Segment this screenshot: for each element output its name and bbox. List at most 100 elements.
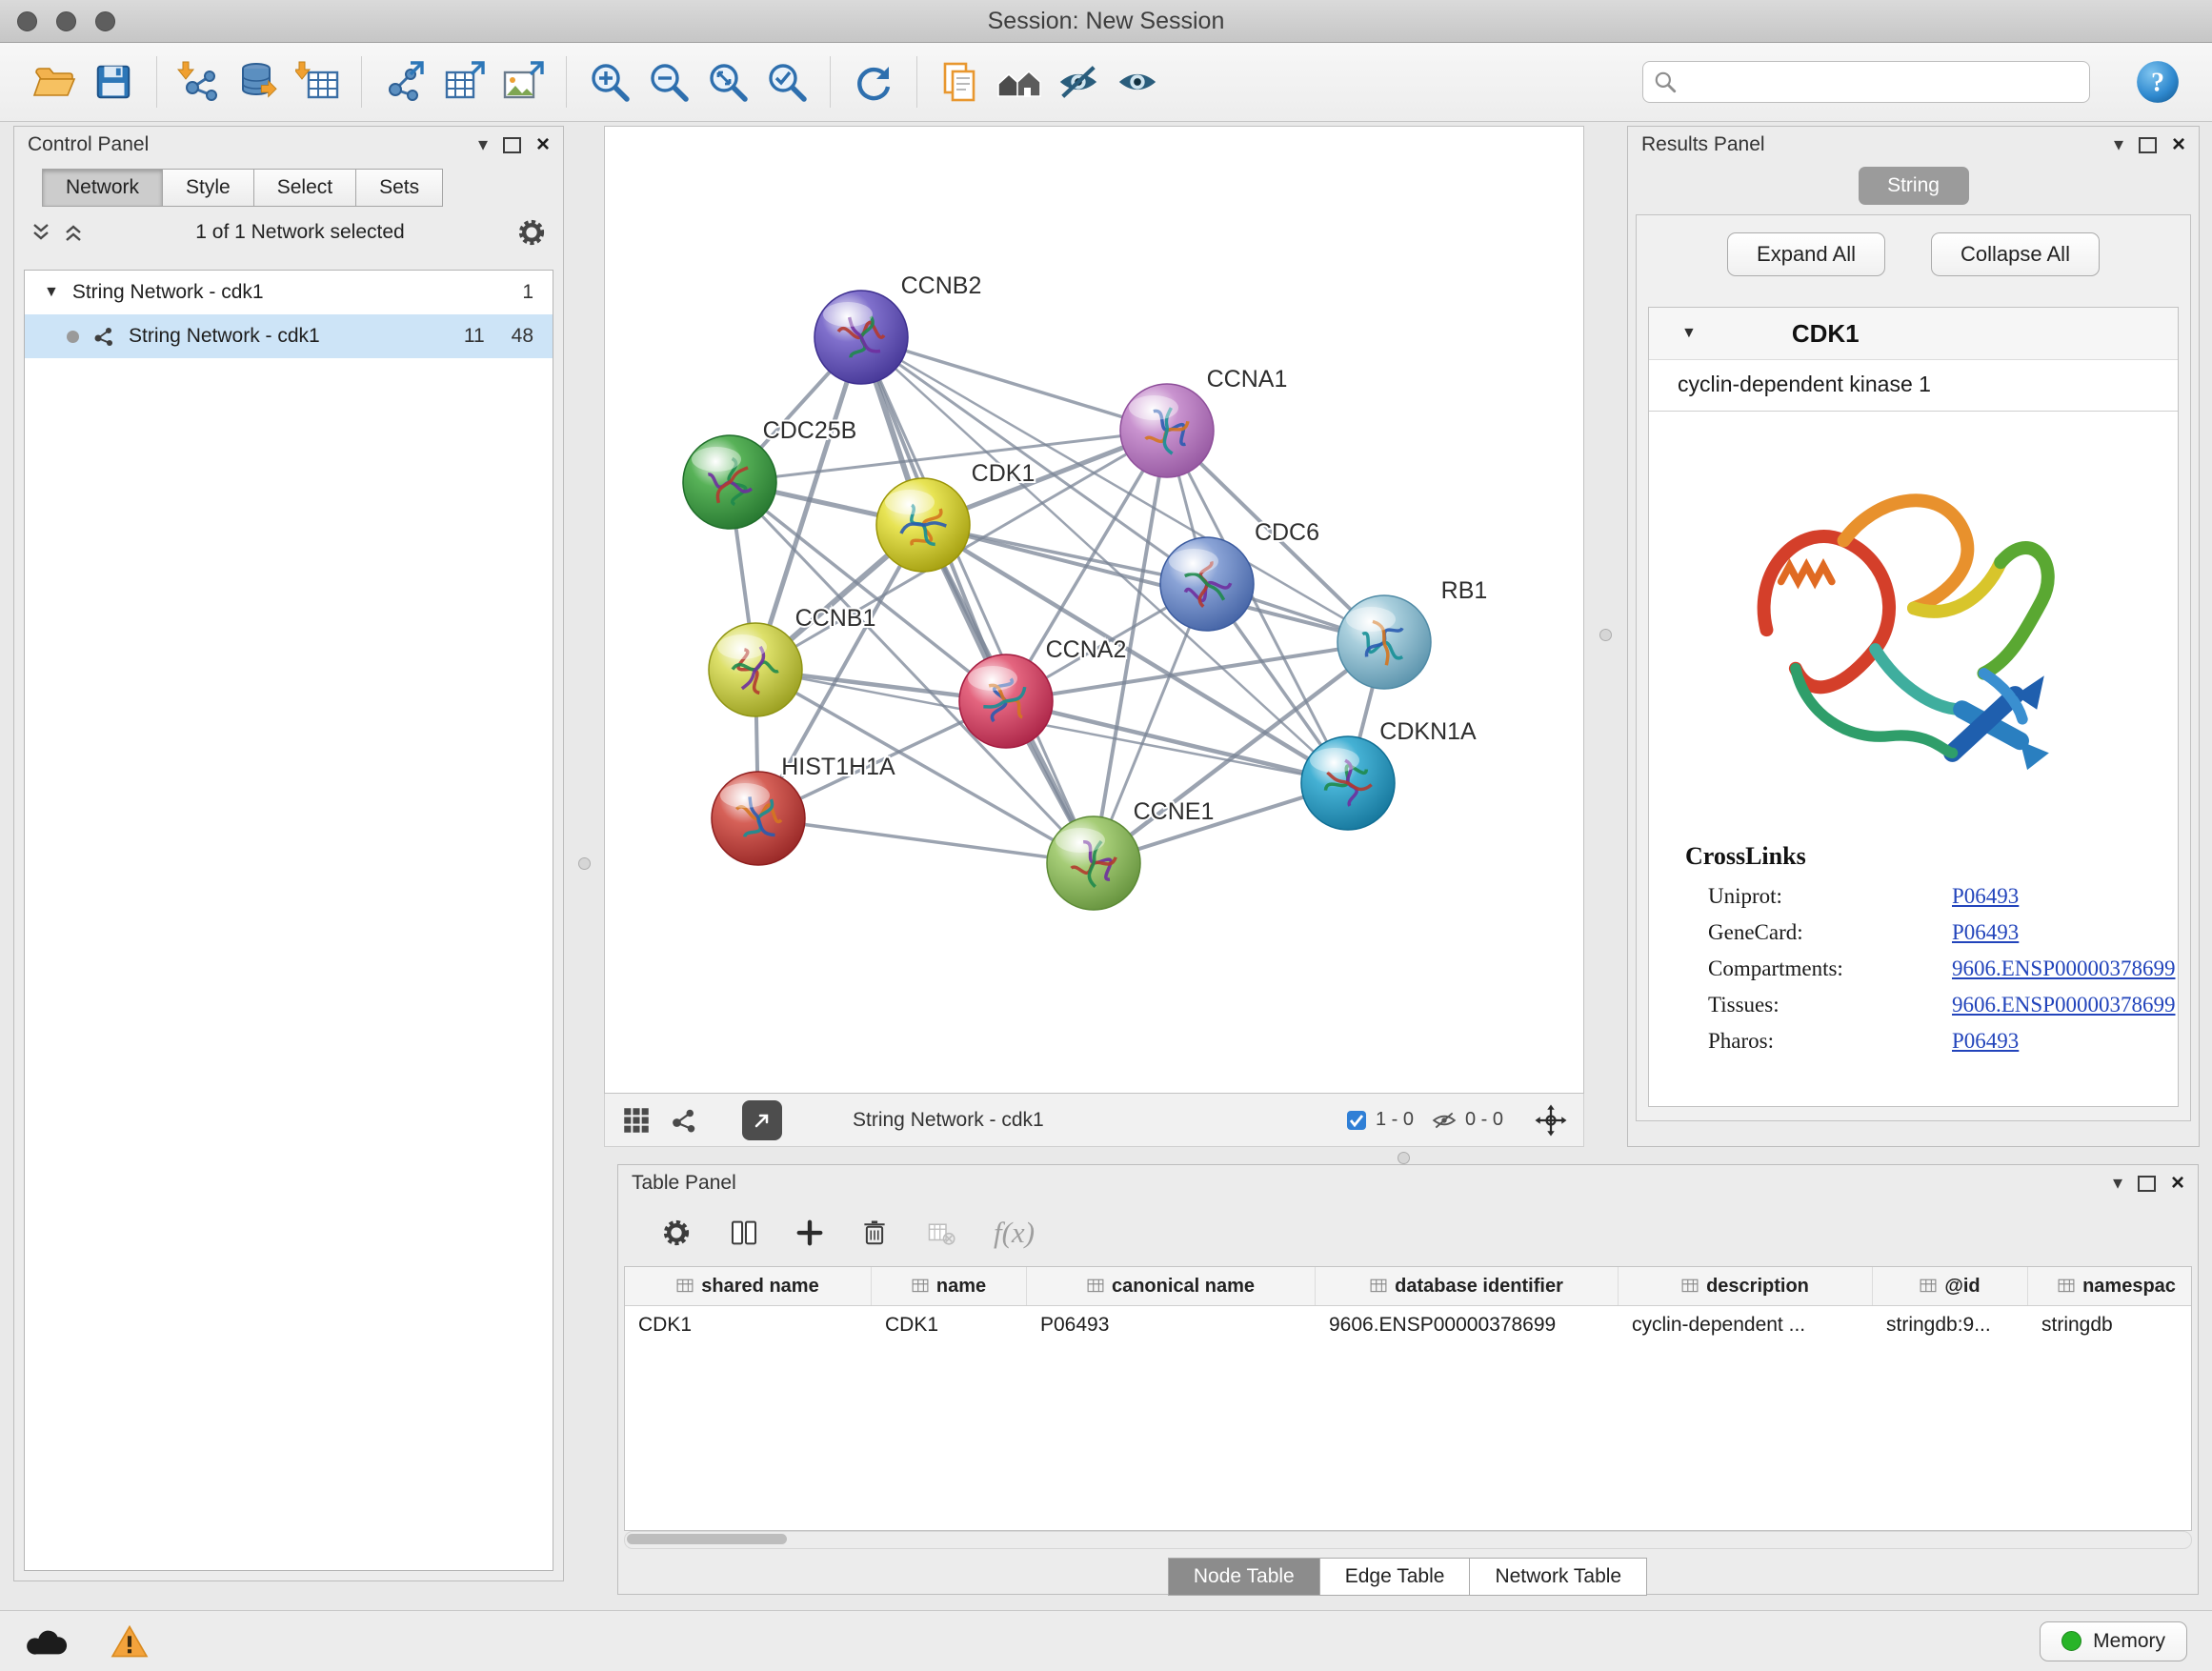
pan-crosshair-icon[interactable] (1534, 1103, 1568, 1137)
sphere-highlight (692, 447, 741, 472)
table-tab-network-table[interactable]: Network Table (1469, 1558, 1647, 1596)
column-header-database-identifier[interactable]: database identifier (1316, 1267, 1619, 1305)
memory-button[interactable]: Memory (2040, 1621, 2187, 1661)
network-node-CDK1[interactable]: CDK1 (876, 460, 1035, 572)
crosslink-link[interactable]: 9606.ENSP00000378699 (1952, 956, 2176, 981)
network-node-HIST1H1A[interactable]: HIST1H1A (712, 754, 895, 865)
sphere-highlight (968, 666, 1017, 691)
save-session-button[interactable] (84, 52, 143, 111)
clone-network-button[interactable] (931, 52, 990, 111)
close-window-button[interactable] (17, 11, 37, 31)
table-panel: Table Panel ▾ × f(x) shared namenamecano… (617, 1164, 2199, 1595)
network-edge-CCNB2-CCNE1[interactable] (861, 337, 1094, 863)
export-image-button[interactable] (493, 52, 553, 111)
first-neighbors-button[interactable] (990, 52, 1049, 111)
grid-view-icon[interactable] (620, 1104, 653, 1137)
column-type-icon (912, 1278, 929, 1295)
close-panel-icon[interactable]: × (2171, 1170, 2184, 1197)
zoom-fit-button[interactable] (698, 52, 757, 111)
add-column-icon[interactable] (795, 1218, 824, 1247)
network-node-RB1[interactable]: RB1 (1337, 577, 1487, 689)
vertical-splitter-handle[interactable] (578, 857, 591, 870)
open-session-button[interactable] (25, 52, 84, 111)
apply-layout-button[interactable] (844, 52, 903, 111)
network-edge-CCNB2-CCNA1[interactable] (861, 337, 1167, 431)
network-node-CCNB1[interactable]: CCNB1 (709, 605, 875, 716)
collapse-panel-icon[interactable]: ▾ (2114, 135, 2123, 154)
select-columns-icon[interactable] (729, 1218, 759, 1248)
search-input[interactable] (1685, 70, 2080, 94)
float-panel-icon[interactable] (503, 137, 521, 153)
disclosure-triangle-icon[interactable]: ▼ (44, 284, 59, 301)
column-header-name[interactable]: name (872, 1267, 1027, 1305)
network-node-CCNA1[interactable]: CCNA1 (1120, 366, 1287, 477)
show-all-button[interactable] (1108, 52, 1167, 111)
gene-card-header[interactable]: ▼ CDK1 (1649, 308, 2178, 360)
hide-selected-button[interactable] (1049, 52, 1108, 111)
zoom-window-button[interactable] (95, 11, 115, 31)
crosslink-label: GeneCard: (1708, 920, 1952, 945)
column-header-namespac[interactable]: namespac (2028, 1267, 2192, 1305)
table-horizontal-scrollbar[interactable] (624, 1531, 2192, 1549)
expand-all-button[interactable]: Expand All (1727, 232, 1885, 276)
import-network-from-database-button[interactable] (230, 52, 289, 111)
network-node-CDKN1A[interactable]: CDKN1A (1301, 718, 1477, 830)
control-tab-sets[interactable]: Sets (355, 169, 443, 207)
vertical-splitter-handle[interactable] (1599, 629, 1612, 641)
gear-icon[interactable] (515, 216, 548, 249)
checkbox-icon[interactable] (1345, 1109, 1368, 1132)
network-canvas[interactable]: CCNB2CCNA1CDC25BCDK1CDC6RB1CCNB1CCNA2CDK… (604, 126, 1584, 1094)
zoom-selected-button[interactable] (757, 52, 816, 111)
export-image-icon (500, 59, 546, 105)
import-network-from-file-button[interactable] (171, 52, 230, 111)
network-row[interactable]: String Network - cdk1 11 48 (25, 314, 553, 358)
memory-label: Memory (2093, 1630, 2165, 1653)
help-button[interactable]: ? (2128, 52, 2187, 111)
import-table-button[interactable] (289, 52, 348, 111)
float-panel-icon[interactable] (2139, 137, 2157, 153)
network-edge-HIST1H1A-CCNE1[interactable] (758, 818, 1094, 863)
crosslink-link[interactable]: 9606.ENSP00000378699 (1952, 993, 2176, 1017)
control-tab-select[interactable]: Select (253, 169, 356, 207)
close-panel-icon[interactable]: × (2172, 131, 2185, 158)
export-table-button[interactable] (434, 52, 493, 111)
crosslink-link[interactable]: P06493 (1952, 884, 2019, 909)
results-panel: Results Panel ▾ × String Expand All Coll… (1627, 126, 2200, 1147)
collapse-panel-icon[interactable]: ▾ (2113, 1174, 2122, 1193)
string-network-icon[interactable] (670, 1106, 698, 1135)
gear-icon[interactable] (660, 1217, 693, 1249)
collapse-panel-icon[interactable]: ▾ (478, 135, 488, 154)
table-row[interactable]: CDK1CDK1P064939606.ENSP00000378699cyclin… (625, 1306, 2191, 1344)
table-tab-node-table[interactable]: Node Table (1168, 1558, 1320, 1596)
cloud-icon[interactable] (25, 1624, 69, 1659)
warning-icon[interactable] (111, 1624, 149, 1659)
column-header-shared-name[interactable]: shared name (625, 1267, 872, 1305)
control-tab-network[interactable]: Network (42, 169, 163, 207)
delete-column-icon[interactable] (860, 1218, 889, 1248)
network-collection-row[interactable]: ▼ String Network - cdk1 1 (25, 271, 553, 314)
open-in-new-window-button[interactable] (742, 1100, 782, 1140)
table-tab-edge-table[interactable]: Edge Table (1319, 1558, 1471, 1596)
zoom-in-button[interactable] (580, 52, 639, 111)
chevron-double-down-icon[interactable] (30, 221, 52, 244)
export-network-button[interactable] (375, 52, 434, 111)
zoom-out-button[interactable] (639, 52, 698, 111)
column-header-canonical-name[interactable]: canonical name (1027, 1267, 1316, 1305)
crosslink-link[interactable]: P06493 (1952, 920, 2019, 945)
zoom-out-icon (646, 59, 692, 105)
chevron-double-up-icon[interactable] (62, 221, 85, 244)
minimize-window-button[interactable] (56, 11, 76, 31)
crosslink-link[interactable]: P06493 (1952, 1029, 2019, 1054)
disclosure-triangle-icon[interactable]: ▼ (1681, 325, 1697, 342)
collapse-all-button[interactable]: Collapse All (1931, 232, 2100, 276)
control-tab-style[interactable]: Style (162, 169, 254, 207)
horizontal-splitter-handle[interactable] (1398, 1152, 1410, 1164)
column-header--id[interactable]: @id (1873, 1267, 2028, 1305)
close-panel-icon[interactable]: × (536, 131, 550, 158)
scrollbar-thumb[interactable] (627, 1534, 787, 1544)
float-panel-icon[interactable] (2138, 1176, 2156, 1192)
eye-slash-icon[interactable] (1431, 1108, 1458, 1133)
tab-string[interactable]: String (1859, 167, 1969, 205)
search-box[interactable] (1642, 61, 2090, 103)
column-header-description[interactable]: description (1619, 1267, 1873, 1305)
